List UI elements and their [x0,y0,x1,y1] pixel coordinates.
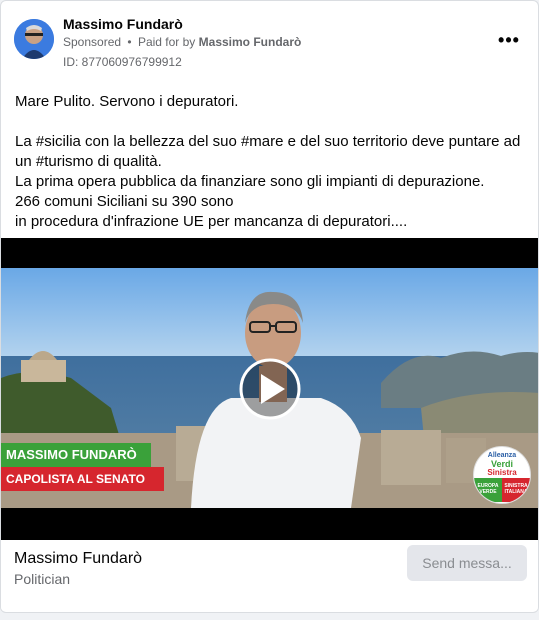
avatar-image [14,19,54,59]
ad-card: Massimo Fundarò Sponsored • Paid for by … [0,0,539,613]
paid-for-name: Massimo Fundarò [198,35,302,49]
overlay-role: CAPOLISTA AL SENATO [1,467,164,491]
post-text-line: La #sicilia con la bellezza del suo #mar… [15,133,521,170]
more-options-icon[interactable]: ••• [498,29,520,51]
avatar[interactable] [14,19,54,59]
post-text-line: La prima opera pubblica da finanziare so… [15,173,485,190]
post-footer: Massimo Fundarò Politician Send messa... [1,541,538,611]
separator: • [127,35,132,49]
sponsored-line: Sponsored • Paid for by Massimo Fundarò [63,35,301,49]
video-player[interactable]: MASSIMO FUNDARÒ CAPOLISTA AL SENATO Alle… [1,238,538,540]
post-text: Mare Pulito. Servono i depuratori. La #s… [15,92,525,232]
send-message-button[interactable]: Send messa... [407,545,527,581]
footer-page-name[interactable]: Massimo Fundarò [14,550,142,568]
post-text-line: Mare Pulito. Servono i depuratori. [15,93,239,110]
footer-category: Politician [14,571,71,587]
paid-for-prefix: Paid for by [137,35,196,49]
sponsored-label[interactable]: Sponsored [63,35,121,49]
party-logo: Alleanza Verdi Sinistra EUROPA VERDE SIN… [473,446,531,504]
logo-bottom: Sinistra [487,468,517,477]
post-header: Massimo Fundarò Sponsored • Paid for by … [1,1,538,81]
post-text-line: 266 comuni Siciliani su 390 sono [15,193,234,210]
play-icon[interactable] [239,358,301,420]
ad-id: ID: 877060976799912 [63,55,182,69]
video-frame [1,238,538,540]
post-text-line: in procedura d'infrazione UE per mancanz… [15,213,408,230]
overlay-name: MASSIMO FUNDARÒ [1,443,151,467]
page-name[interactable]: Massimo Fundarò [63,16,183,32]
